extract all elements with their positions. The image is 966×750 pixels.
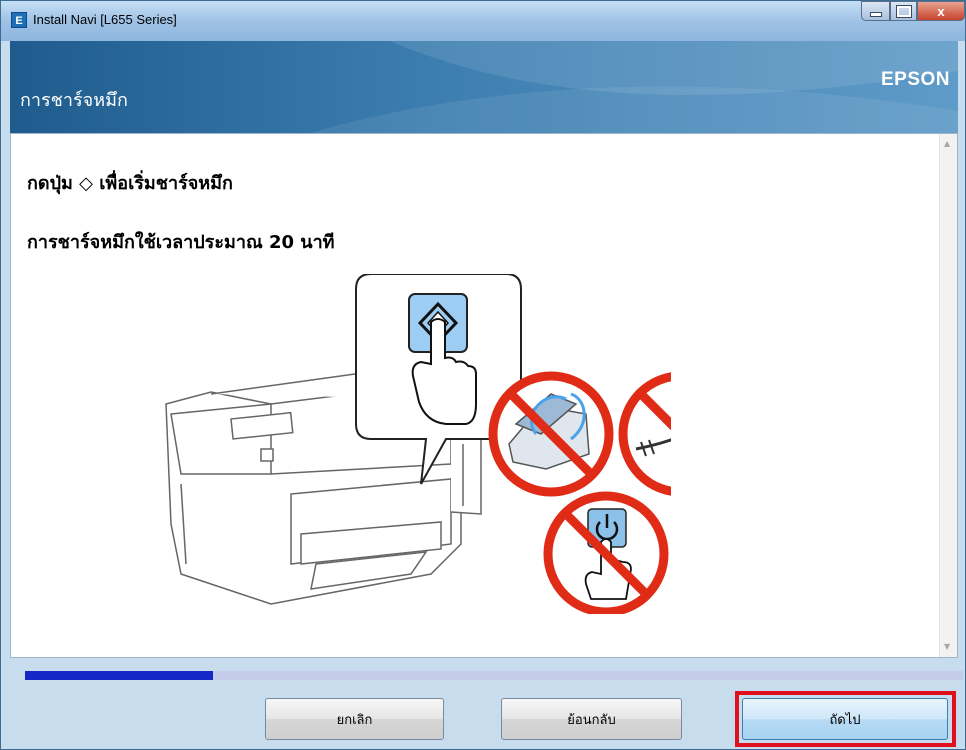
scroll-down-arrow-icon[interactable]: ▼ [944, 643, 952, 651]
install-navi-window: E Install Navi [L655 Series] x การชาร์จห… [0, 0, 966, 750]
prohibited-open-scanner [488, 371, 614, 497]
app-icon: E [11, 12, 27, 28]
maximize-button[interactable] [890, 1, 917, 21]
close-button[interactable]: x [917, 1, 965, 21]
header-banner: การชาร์จหมึก EPSON [10, 41, 958, 133]
instruction-duration: การชาร์จหมึกใช้เวลาประมาณ 20 นาที [27, 232, 335, 253]
cancel-button[interactable]: ยกเลิก [265, 698, 444, 740]
minimize-button[interactable] [861, 1, 890, 21]
progress-fill [25, 671, 213, 680]
install-progress-bar [25, 671, 963, 680]
prohibited-unplug [618, 372, 671, 496]
close-icon: x [937, 3, 945, 19]
page-title: การชาร์จหมึก [20, 90, 128, 111]
prohibited-sign-icon [618, 372, 671, 496]
back-button[interactable]: ย้อนกลับ [501, 698, 682, 740]
instruction-press-button: กดปุ่ม ◇ เพื่อเริ่มชาร์จหมึก [27, 173, 233, 194]
epson-logo: EPSON [880, 69, 950, 90]
header-wave-decoration [310, 41, 958, 133]
main-content: กดปุ่ม ◇ เพื่อเริ่มชาร์จหมึก การชาร์จหมึ… [10, 133, 958, 658]
title-bar[interactable]: E Install Navi [L655 Series] x [1, 1, 965, 41]
scroll-up-arrow-icon[interactable]: ▲ [944, 140, 952, 148]
vertical-scrollbar[interactable]: ▲ ▼ [939, 134, 957, 657]
minimize-icon [869, 12, 882, 17]
ink-charging-illustration [165, 274, 671, 614]
window-controls: x [861, 1, 965, 23]
window-title: Install Navi [L655 Series] [33, 12, 177, 27]
prohibited-power-off [543, 491, 669, 614]
next-button-highlight [735, 691, 956, 747]
maximize-icon [895, 4, 912, 18]
